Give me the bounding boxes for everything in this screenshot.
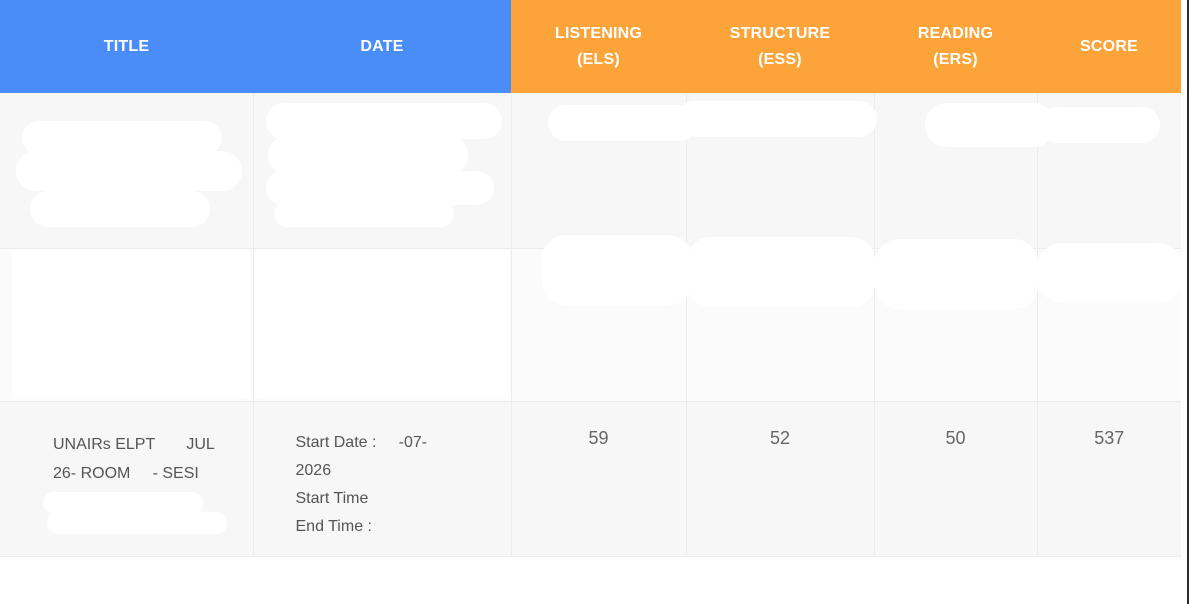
title-line-1: UNAIRs ELPT JUL xyxy=(53,435,215,453)
right-edge-rule xyxy=(1187,0,1189,604)
end-time-line: End Time : xyxy=(295,517,372,535)
cell-redacted xyxy=(511,93,698,249)
cell-title: UNAIRs ELPT JUL 26- ROOM - SESI xyxy=(0,401,254,557)
cell-reading: 50 xyxy=(874,401,1038,557)
cell-redacted xyxy=(253,93,512,249)
cell-score: 537 xyxy=(1037,401,1181,557)
total-score: 537 xyxy=(1094,427,1125,448)
header-title: TITLE xyxy=(0,0,253,93)
table-row: UNAIRs ELPT JUL 26- ROOM - SESI Start Da… xyxy=(0,401,1181,557)
cell-listening: 59 xyxy=(511,401,687,557)
table-row-redacted-1 xyxy=(0,93,1181,249)
header-structure: STRUCTURE (ESS) xyxy=(686,0,874,93)
cell-redacted xyxy=(511,234,692,402)
start-time-line: Start Time xyxy=(295,489,369,507)
listening-score: 59 xyxy=(588,427,609,448)
test-results-table: TITLE DATE LISTENING (ELS) STRUCTURE (ES… xyxy=(0,0,1182,557)
cell-redacted xyxy=(1037,93,1181,249)
reading-score: 50 xyxy=(945,427,966,448)
cell-redacted xyxy=(676,93,877,249)
table-row-redacted-2 xyxy=(0,234,1182,402)
cell-redacted xyxy=(874,238,1038,402)
cell-redacted xyxy=(1037,242,1182,402)
cell-redacted xyxy=(253,248,512,402)
header-listening: LISTENING (ELS) xyxy=(511,0,686,93)
title-line-2: 26- ROOM - SESI xyxy=(53,464,199,482)
cell-structure: 52 xyxy=(686,401,875,557)
cell-redacted xyxy=(686,236,875,402)
start-date-line: Start Date : -07- xyxy=(295,433,428,451)
cell-redacted xyxy=(874,93,1055,249)
header-reading: READING (ERS) xyxy=(874,0,1037,93)
cell-redacted xyxy=(0,93,254,249)
table-header-row: TITLE DATE LISTENING (ELS) STRUCTURE (ES… xyxy=(0,0,1181,93)
header-date: DATE xyxy=(253,0,511,93)
cell-redacted xyxy=(0,248,254,402)
results-panel: TITLE DATE LISTENING (ELS) STRUCTURE (ES… xyxy=(0,0,1200,604)
cell-date: Start Date : -07- 2026 Start Time End Ti… xyxy=(253,401,512,557)
header-score: SCORE xyxy=(1037,0,1181,93)
structure-score: 52 xyxy=(769,427,791,448)
start-date-year: 2026 xyxy=(295,461,332,479)
